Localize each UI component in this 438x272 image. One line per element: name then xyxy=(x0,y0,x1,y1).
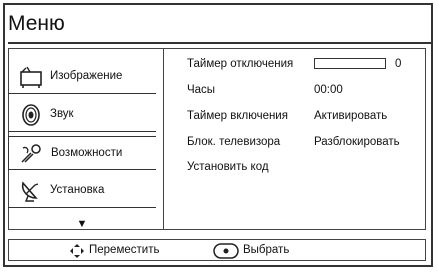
menu-item-setup[interactable]: Установка xyxy=(8,174,156,208)
menu-item-label: Изображение xyxy=(50,70,123,82)
setting-label-clock[interactable]: Часы xyxy=(187,84,215,96)
title-divider xyxy=(8,42,432,44)
tv-icon xyxy=(20,66,42,88)
scroll-down-arrow-icon[interactable]: ▼ xyxy=(8,218,156,230)
menu-title: Меню xyxy=(8,12,65,35)
ok-button-icon xyxy=(213,243,239,259)
satellite-dish-icon xyxy=(21,181,39,202)
menu-item-sound[interactable]: Звук xyxy=(8,98,156,132)
speaker-icon xyxy=(22,104,40,126)
footer-hints: Переместить Выбрать xyxy=(8,239,426,261)
sleep-timer-slider[interactable] xyxy=(314,58,386,69)
menu-item-label: Возможности xyxy=(51,147,123,159)
tv-lock-value: Разблокировать xyxy=(314,136,400,148)
setting-label-set-code[interactable]: Установить код xyxy=(187,161,269,173)
menu-item-features[interactable]: Возможности xyxy=(8,136,156,170)
setting-label-on-timer[interactable]: Таймер включения xyxy=(187,110,288,122)
menu-item-label: Звук xyxy=(50,108,74,120)
on-timer-value: Активировать xyxy=(314,110,388,122)
footer-move-label: Переместить xyxy=(89,244,160,256)
setting-label-tv-lock[interactable]: Блок. телевизора xyxy=(187,136,280,148)
features-icon xyxy=(21,144,41,163)
setting-label-sleep-timer[interactable]: Таймер отключения xyxy=(187,58,293,70)
clock-value: 00:00 xyxy=(314,84,343,96)
navigate-arrows-icon xyxy=(70,244,84,258)
footer-select-label: Выбрать xyxy=(243,244,290,256)
menu-item-label: Установка xyxy=(50,184,105,196)
menu-item-picture[interactable]: Изображение xyxy=(8,60,156,94)
sleep-timer-value: 0 xyxy=(395,58,402,70)
